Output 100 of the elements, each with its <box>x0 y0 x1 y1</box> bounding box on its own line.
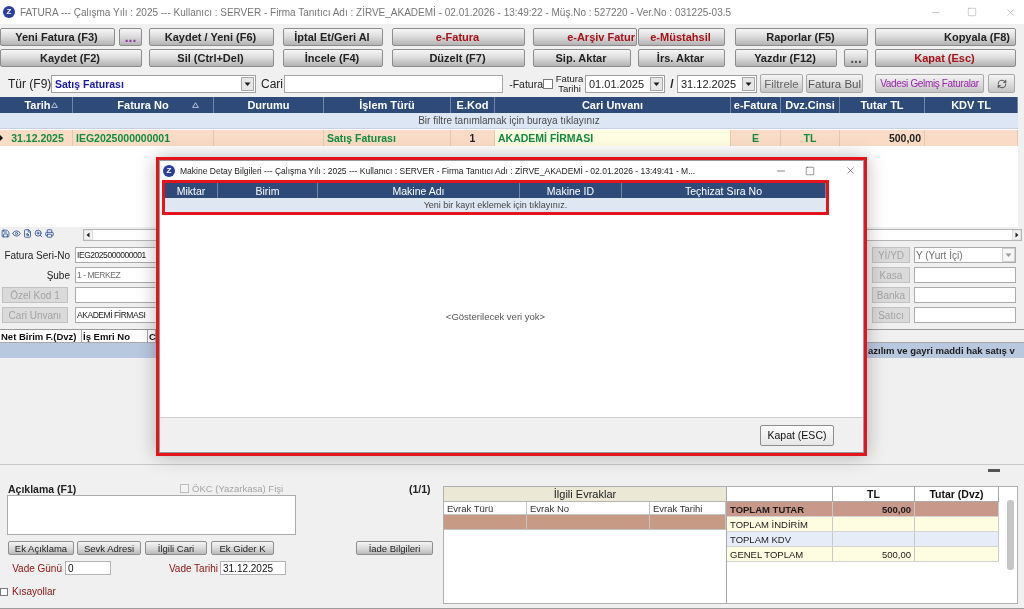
scroll-right-icon[interactable] <box>1012 230 1021 240</box>
table-cell: Satış Faturası <box>324 130 451 146</box>
page-counter: (1/1) <box>409 482 431 495</box>
table-cell: E <box>731 130 781 146</box>
file-search-icon[interactable] <box>23 229 32 238</box>
column-header: Evrak Tarihi <box>650 502 726 514</box>
column-header: Evrak No <box>527 502 650 514</box>
table-cell: AKADEMİ FİRMASI <box>495 130 731 146</box>
row-indicator-icon <box>0 135 3 141</box>
description-label: Açıklama (F1) <box>8 482 77 495</box>
cari-input[interactable] <box>284 74 503 93</box>
table-cell: 31.12.2025 <box>3 130 73 146</box>
due-days-field[interactable]: 0 <box>65 561 111 575</box>
refresh-icon <box>996 78 1007 89</box>
toolbar-button[interactable]: ... <box>119 28 142 46</box>
scroll-left-icon[interactable] <box>84 230 93 240</box>
toolbar-button[interactable]: e-Müstahsil <box>638 28 725 46</box>
zoom-in-icon[interactable] <box>34 229 43 238</box>
toolbar-button[interactable]: Yazdır (F12) <box>735 49 837 67</box>
row-text: azılım ve gayri maddi hak satış v <box>868 345 1015 356</box>
description-field[interactable] <box>7 495 296 535</box>
app-logo: Z <box>3 6 15 18</box>
checkbox[interactable] <box>543 78 553 89</box>
toolbar-button[interactable]: Kopyala (F8) <box>875 28 1016 46</box>
toolbar-button[interactable]: İrs. Aktar <box>638 49 725 67</box>
table-row[interactable]: 31.12.2025 IEG2025000000001 Satış Faturası 1 AKADEMİ FİRMASI E TL 500,00 <box>0 130 1018 146</box>
cari-label: Cari <box>261 76 283 91</box>
toolbar-button[interactable]: Düzelt (F7) <box>392 49 525 67</box>
action-button[interactable]: İlgili Cari <box>145 541 207 555</box>
filter-hint[interactable]: Bir filtre tanımlamak için buraya tıklayınız <box>418 115 600 126</box>
date-from-field[interactable]: 01.01.2025 <box>585 74 665 93</box>
save-icon[interactable] <box>1 229 10 238</box>
table-cell: 500,00 <box>833 547 915 561</box>
e-invoice-label: -Fatura <box>509 77 543 90</box>
app-logo: Z <box>163 164 175 177</box>
toolbar-button[interactable]: e-Fatura <box>392 28 525 46</box>
eye-icon[interactable] <box>12 229 21 238</box>
text-field[interactable] <box>914 287 1016 303</box>
action-button[interactable]: Ek Açıklama <box>8 541 74 555</box>
refresh-button[interactable] <box>988 74 1015 93</box>
table-cell: IEG2025000000001 <box>73 130 214 146</box>
totals-label: GENEL TOPLAM <box>727 547 833 561</box>
column-header: İş Emri No <box>82 330 148 342</box>
maximize-icon[interactable] <box>967 7 977 17</box>
totals-label: TOPLAM İNDİRİM <box>727 517 833 531</box>
date-filter-label: Fatura Tarihi <box>554 73 585 94</box>
date-to-field[interactable]: 31.12.2025 <box>677 74 757 93</box>
column-header: Net Birim F.(Dvz) <box>0 330 82 342</box>
due-date-label: Vade Tarihi <box>168 562 218 574</box>
column-header: Evrak Türü <box>444 502 527 514</box>
toolbar-button[interactable]: ... <box>844 49 868 67</box>
table-cell: 500,00 <box>833 502 915 516</box>
type-dropdown[interactable]: Satış Faturası <box>51 74 256 93</box>
text-field[interactable] <box>914 267 1016 283</box>
toolbar-button[interactable]: Sip. Aktar <box>533 49 631 67</box>
vertical-scrollbar[interactable] <box>1007 500 1014 570</box>
panel-title: İlgili Evraklar <box>553 488 617 500</box>
return-info-button[interactable]: İade Bilgileri <box>356 541 433 555</box>
action-button[interactable]: Ek Gider K <box>211 541 274 555</box>
table-cell: TL <box>781 130 840 146</box>
toolbar-button[interactable]: Kaydet (F2) <box>0 49 142 67</box>
close-icon[interactable] <box>845 165 856 176</box>
text-field[interactable] <box>914 307 1016 323</box>
maximize-icon[interactable] <box>805 165 815 176</box>
text-field[interactable] <box>75 287 156 303</box>
action-button[interactable]: Sevk Adresi <box>77 541 141 555</box>
toolbar-button[interactable]: Kaydet / Yeni (F6) <box>149 28 274 46</box>
empty-message: <Gösterilecek veri yok> <box>445 310 546 322</box>
table-cell: 500,00 <box>840 130 925 146</box>
toolbar-button[interactable]: İptal Et/Geri Al <box>283 28 383 46</box>
field-label: Fatura Seri-No <box>4 249 70 261</box>
totals-label: TOPLAM TUTAR <box>727 502 833 516</box>
due-date-field[interactable]: 31.12.2025 <box>220 561 286 575</box>
close-icon[interactable] <box>1005 6 1016 18</box>
date-separator: / <box>670 76 674 91</box>
close-dialog-button[interactable]: Kapat (ESC) <box>760 424 834 446</box>
toolbar-button[interactable]: e-Arşiv Fatur <box>533 28 637 46</box>
field-label: Şube <box>46 269 70 281</box>
table-row[interactable] <box>444 515 726 530</box>
type-label: Tür (F9) <box>8 76 52 91</box>
shortcuts-label: Kısayollar <box>12 586 56 597</box>
filter-button[interactable]: Vadesi Gelmiş Faturalar <box>875 74 984 93</box>
sort-icon <box>192 102 199 108</box>
text-field[interactable]: IEG2025000000001 <box>75 247 156 263</box>
column-header: C <box>148 330 156 342</box>
receipt-checkbox-label: ÖKC (Yazarkasa) Fişi <box>192 483 284 494</box>
toolbar-button[interactable]: Yeni Fatura (F3) <box>0 28 115 46</box>
toolbar-button[interactable]: Kapat (Esc) <box>875 49 1016 67</box>
due-days-label: Vade Günü <box>12 562 62 574</box>
checkbox[interactable] <box>0 587 8 596</box>
filter-button[interactable]: Filtrele <box>760 74 803 93</box>
totals-label: TOPLAM KDV <box>727 532 833 546</box>
window-title: FATURA --- Çalışma Yılı : 2025 --- Kullanıcı : SERVER - Firma Tanıtıcı Adı : ZİRVE_AKADEMİ - 02.01.2026 - 13:49:22 - Müş.No : 527220 - Ver.No : 031225-03.5 <box>20 6 732 18</box>
toolbar-button[interactable]: İncele (F4) <box>283 49 383 67</box>
filter-button[interactable]: Fatura Bul <box>806 74 863 93</box>
dialog-title: Makine Detay Bilgileri --- Çalışma Yılı : 2025 --- Kullanıcı : SERVER - Firma Tanıtıcı Adı : ZİRVE_AKADEMİ - 02.01.2026 - 13:49:41 - M... <box>180 165 696 176</box>
toolbar-button[interactable]: Raporlar (F5) <box>735 28 868 46</box>
new-row-hint[interactable]: Yeni bir kayıt eklemek için tıklayınız. <box>423 200 568 210</box>
printer-icon[interactable] <box>45 229 54 238</box>
toolbar-button[interactable]: Sil (Ctrl+Del) <box>149 49 274 67</box>
